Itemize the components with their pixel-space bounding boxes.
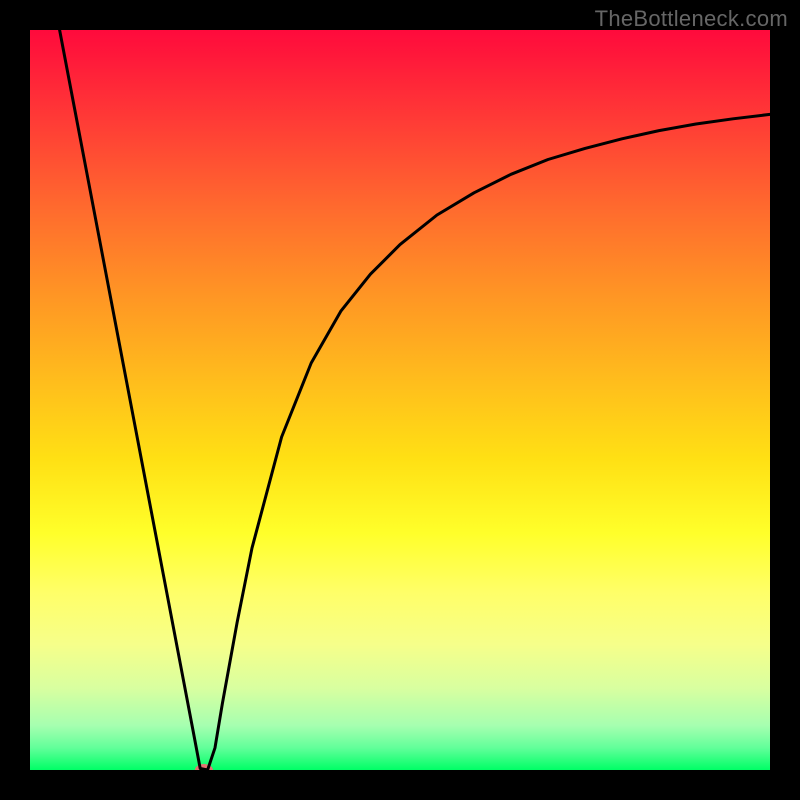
plot-area <box>30 30 770 770</box>
chart-frame: TheBottleneck.com <box>0 0 800 800</box>
curve-group <box>60 30 770 770</box>
bottleneck-curve-path <box>60 30 770 770</box>
watermark-text: TheBottleneck.com <box>595 6 788 32</box>
bottleneck-curve-svg <box>30 30 770 770</box>
